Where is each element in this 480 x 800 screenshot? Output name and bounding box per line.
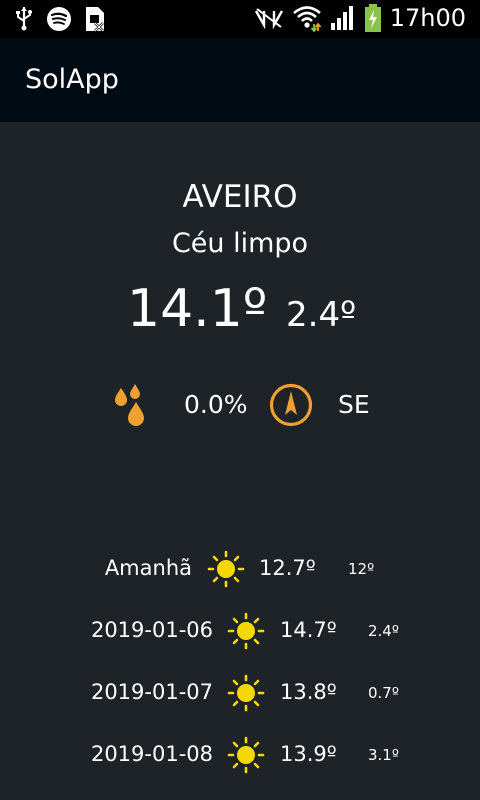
forecast-temp-min: 0.7º bbox=[368, 684, 399, 702]
forecast-temp-min: 3.1º bbox=[368, 746, 399, 764]
app-title: SolApp bbox=[25, 64, 119, 95]
forecast-temp-max: 13.8º bbox=[280, 680, 337, 704]
no-sim-icon bbox=[86, 7, 104, 32]
weather-condition: Céu limpo bbox=[171, 228, 309, 259]
battery-charging-icon bbox=[364, 4, 381, 32]
forecast-day-label: 2019-01-07 bbox=[90, 680, 213, 704]
status-time: 17h00 bbox=[389, 4, 466, 32]
sun-icon bbox=[227, 674, 265, 712]
forecast-temp-max: 12.7º bbox=[259, 556, 316, 580]
precipitation-value: 0.0% bbox=[184, 390, 248, 419]
forecast-row: 2019-01-08 13.9º 3.1º bbox=[0, 736, 480, 776]
forecast-row: Amanhã 12.7º 12º bbox=[0, 550, 480, 590]
wifi-icon bbox=[292, 6, 321, 32]
forecast-temp-min: 2.4º bbox=[368, 622, 399, 640]
forecast-row: 2019-01-07 13.8º 0.7º bbox=[0, 674, 480, 714]
status-left-icons bbox=[14, 6, 106, 32]
city-name: AVEIRO bbox=[182, 179, 298, 215]
wind-direction: SE bbox=[338, 390, 370, 419]
signal-icon bbox=[330, 6, 353, 30]
app-bar: SolApp bbox=[0, 38, 480, 122]
status-bar: 17h00 bbox=[0, 0, 480, 38]
nfc-icon bbox=[254, 8, 283, 30]
forecast-temp-max: 14.7º bbox=[280, 618, 337, 642]
status-right-icons: 17h00 bbox=[254, 4, 466, 32]
current-temp-min: 2.4º bbox=[286, 295, 357, 335]
forecast-day-label: Amanhã bbox=[104, 556, 192, 580]
forecast-temp-max: 13.9º bbox=[280, 742, 337, 766]
sun-icon bbox=[207, 550, 245, 588]
sun-icon bbox=[227, 612, 265, 650]
wind-compass-icon bbox=[269, 383, 313, 427]
forecast-day-label: 2019-01-06 bbox=[90, 618, 213, 642]
forecast-row: 2019-01-06 14.7º 2.4º bbox=[0, 612, 480, 652]
spotify-icon bbox=[47, 7, 71, 31]
usb-icon bbox=[16, 7, 32, 31]
precipitation-drops-icon bbox=[115, 384, 144, 426]
sun-icon bbox=[227, 736, 265, 774]
forecast-temp-min: 12º bbox=[348, 560, 375, 578]
forecast-day-label: 2019-01-08 bbox=[90, 742, 213, 766]
current-temp-max: 14.1º bbox=[127, 279, 268, 339]
